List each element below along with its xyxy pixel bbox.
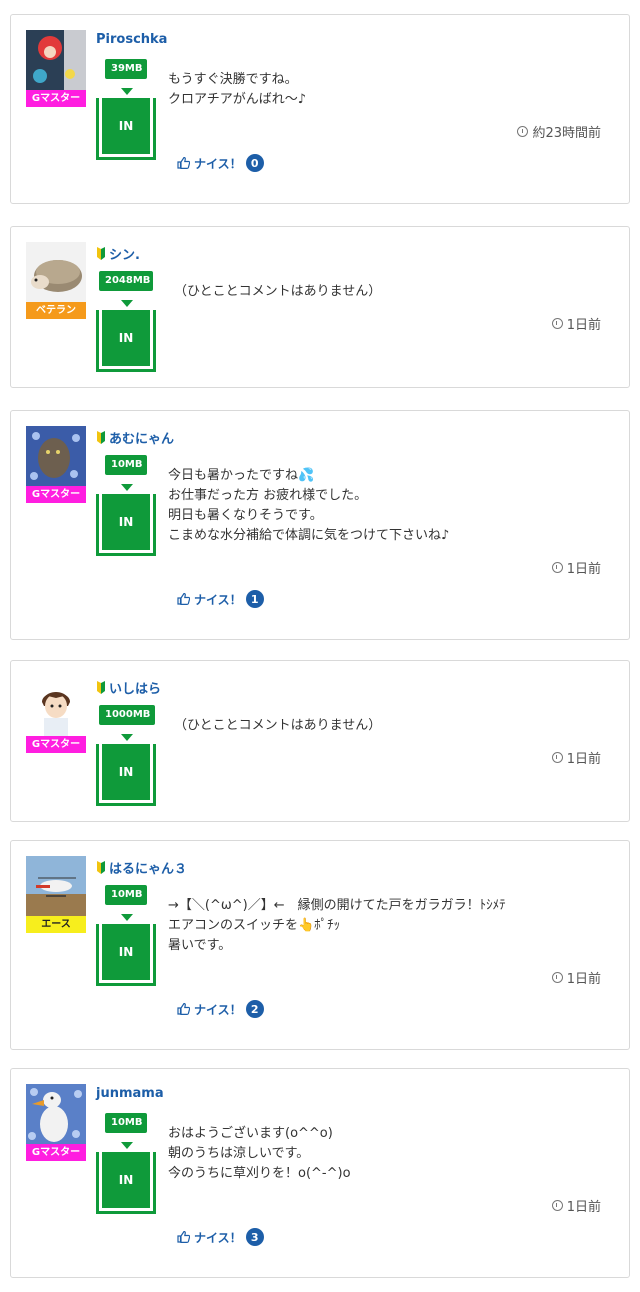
avatar[interactable]	[26, 1084, 86, 1144]
comment-text: もうすぐ決勝ですね。 クロアチアがんばれ〜♪	[168, 72, 307, 107]
avatar[interactable]	[26, 242, 86, 302]
nice-button[interactable]: ナイス！ 0	[177, 154, 264, 172]
thumbs-up-icon	[177, 157, 190, 169]
in-status: IN	[102, 98, 150, 154]
avatar[interactable]	[26, 30, 86, 90]
avatar[interactable]	[26, 426, 86, 486]
nice-label[interactable]: ナイス！	[194, 1001, 242, 1018]
nice-button[interactable]: ナイス！ 2	[177, 1000, 264, 1018]
username-text[interactable]: あむにゃん	[109, 428, 174, 447]
mb-badge: 10MB	[105, 1113, 147, 1133]
timestamp-text: 1日前	[566, 318, 601, 333]
mb-badge: 2048MB	[99, 271, 153, 291]
nice-count: 0	[245, 154, 264, 172]
timestamp-text: 1日前	[566, 752, 601, 767]
in-status: IN	[102, 1152, 150, 1208]
in-status: IN	[102, 744, 150, 800]
in-gauge: IN	[96, 924, 156, 986]
rank-badge: Gマスター	[26, 1144, 86, 1161]
mb-badge: 10MB	[105, 455, 147, 475]
rank-badge: Gマスター	[26, 736, 86, 753]
timestamp: 約23時間前	[517, 122, 601, 141]
comment-text: （ひとことコメントはありません）	[174, 718, 382, 733]
mb-arrow-icon	[121, 300, 133, 307]
timestamp-text: 1日前	[566, 972, 601, 987]
in-status: IN	[102, 924, 150, 980]
mb-badge: 39MB	[105, 59, 147, 79]
beginner-mark-icon	[97, 247, 105, 260]
nice-label[interactable]: ナイス！	[194, 1229, 242, 1246]
nice-count: 3	[245, 1228, 264, 1246]
timestamp: 1日前	[551, 1196, 601, 1215]
comment-text: 今日も暑かったですね💦 お仕事だった方 お疲れ様でした。 明日も暑くなりそうです…	[168, 468, 450, 543]
clock-icon	[551, 752, 563, 763]
clock-icon	[551, 562, 563, 573]
mb-arrow-icon	[121, 734, 133, 741]
post-card: Gマスター いしはら 1000MB IN （ひとことコメントはありません） 1日…	[10, 660, 630, 822]
comment-text: →【＼(^ω^)／】← 縁側の開けてた戸をガラガラ！ﾄｼﾒﾃ エアコンのスイッチ…	[168, 898, 506, 953]
comment-text: おはようございます(o^^o) 朝のうちは涼しいです。 今のうちに草刈りを！o(…	[168, 1126, 351, 1181]
username-link[interactable]: はるにゃん３	[96, 858, 187, 877]
beginner-mark-icon	[97, 861, 105, 874]
username-text[interactable]: junmama	[96, 1086, 164, 1101]
beginner-mark-icon	[97, 431, 105, 444]
thumbs-up-icon	[177, 1231, 190, 1243]
mb-badge: 10MB	[105, 885, 147, 905]
nice-label[interactable]: ナイス！	[194, 155, 242, 172]
username-link[interactable]: junmama	[96, 1086, 164, 1101]
post-card: Gマスター あむにゃん 10MB IN 今日も暑かったですね💦 お仕事だった方 …	[10, 410, 630, 640]
timestamp-text: 1日前	[566, 562, 601, 577]
rank-badge: ベテラン	[26, 302, 86, 319]
in-gauge: IN	[96, 98, 156, 160]
mb-arrow-icon	[121, 1142, 133, 1149]
username-link[interactable]: いしはら	[96, 678, 161, 697]
post-card: ベテラン シン. 2048MB IN （ひとことコメントはありません） 1日前	[10, 226, 630, 388]
rank-badge: Gマスター	[26, 486, 86, 503]
rank-badge: Gマスター	[26, 90, 86, 107]
mb-arrow-icon	[121, 88, 133, 95]
timestamp: 1日前	[551, 748, 601, 767]
post-card: エース はるにゃん３ 10MB IN →【＼(^ω^)／】← 縁側の開けてた戸を…	[10, 840, 630, 1050]
in-gauge: IN	[96, 1152, 156, 1214]
clock-icon	[517, 126, 529, 137]
in-gauge: IN	[96, 310, 156, 372]
timestamp-text: 1日前	[566, 1200, 601, 1215]
clock-icon	[551, 318, 563, 329]
avatar[interactable]	[26, 676, 86, 736]
username-text[interactable]: シン.	[109, 244, 140, 263]
in-gauge: IN	[96, 494, 156, 556]
username-text[interactable]: いしはら	[109, 678, 161, 697]
username-link[interactable]: あむにゃん	[96, 428, 174, 447]
nice-count: 1	[245, 590, 264, 608]
post-card: Gマスター junmama 10MB IN おはようございます(o^^o) 朝の…	[10, 1068, 630, 1278]
username-text[interactable]: はるにゃん３	[109, 858, 187, 877]
timestamp-text: 約23時間前	[532, 126, 601, 141]
beginner-mark-icon	[97, 681, 105, 694]
clock-icon	[551, 972, 563, 983]
thumbs-up-icon	[177, 593, 190, 605]
timestamp: 1日前	[551, 314, 601, 333]
thumbs-up-icon	[177, 1003, 190, 1015]
in-status: IN	[102, 494, 150, 550]
nice-label[interactable]: ナイス！	[194, 591, 242, 608]
username-link[interactable]: Piroschka	[96, 32, 167, 47]
username-link[interactable]: シン.	[96, 244, 140, 263]
mb-badge: 1000MB	[99, 705, 155, 725]
nice-button[interactable]: ナイス！ 1	[177, 590, 264, 608]
in-gauge: IN	[96, 744, 156, 806]
comment-text: （ひとことコメントはありません）	[174, 284, 382, 299]
avatar[interactable]	[26, 856, 86, 916]
nice-button[interactable]: ナイス！ 3	[177, 1228, 264, 1246]
username-text[interactable]: Piroschka	[96, 32, 167, 47]
rank-badge: エース	[26, 916, 86, 933]
nice-count: 2	[245, 1000, 264, 1018]
timestamp: 1日前	[551, 968, 601, 987]
mb-arrow-icon	[121, 484, 133, 491]
post-card: Gマスター Piroschka 39MB IN もうすぐ決勝ですね。 クロアチア…	[10, 14, 630, 204]
timestamp: 1日前	[551, 558, 601, 577]
in-status: IN	[102, 310, 150, 366]
mb-arrow-icon	[121, 914, 133, 921]
clock-icon	[551, 1200, 563, 1211]
